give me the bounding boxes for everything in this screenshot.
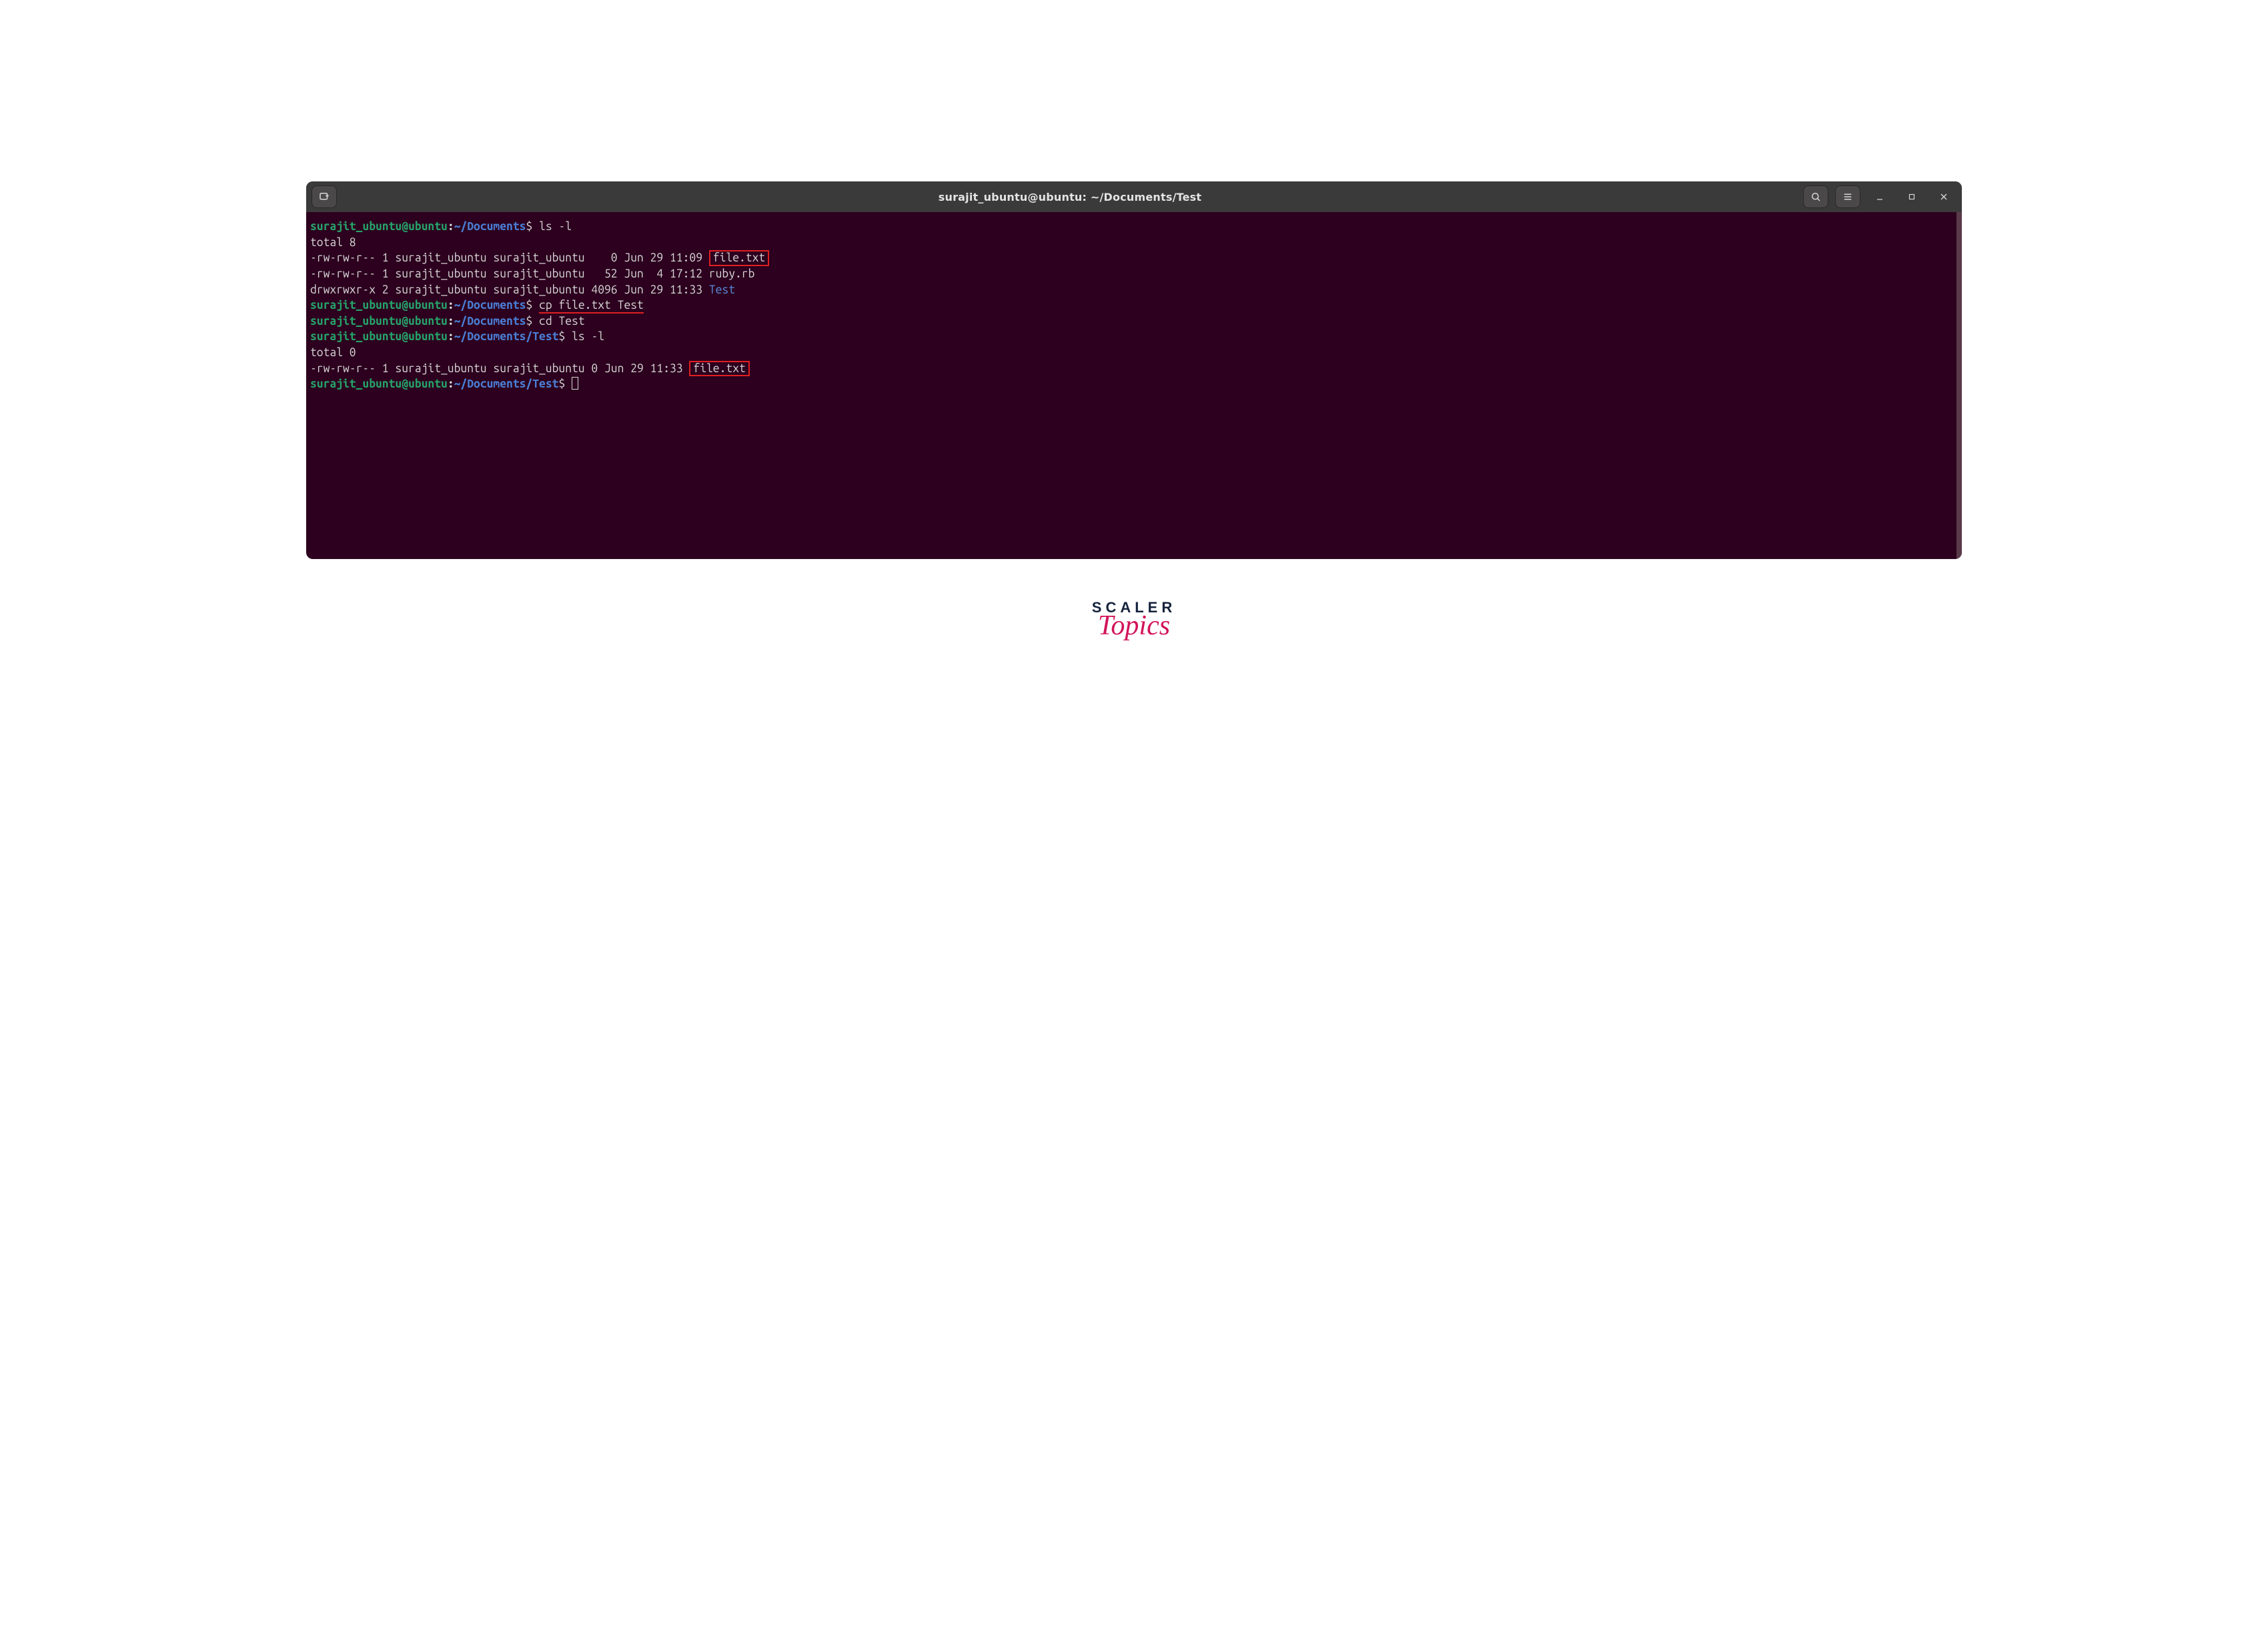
terminal-body[interactable]: surajit_ubuntu@ubuntu:~/Documents$ ls -l… xyxy=(306,212,1962,559)
terminal-line: total 8 xyxy=(310,235,1952,251)
titlebar: surajit_ubuntu@ubuntu: ~/Documents/Test xyxy=(306,181,1962,212)
prompt-colon: : xyxy=(448,220,454,233)
cursor-icon xyxy=(572,377,578,390)
prompt-dollar: $ xyxy=(526,220,532,233)
window-title: surajit_ubuntu@ubuntu: ~/Documents/Test xyxy=(344,191,1796,203)
highlighted-command: cp file.txt Test xyxy=(539,299,644,314)
prompt-dollar: $ xyxy=(526,315,532,328)
terminal-line: -rw-rw-r-- 1 surajit_ubuntu surajit_ubun… xyxy=(310,361,1952,377)
terminal-line: -rw-rw-r-- 1 surajit_ubuntu surajit_ubun… xyxy=(310,250,1952,266)
prompt-cwd: ~/Documents xyxy=(454,220,526,233)
prompt-user: surajit_ubuntu@ubuntu xyxy=(310,220,448,233)
prompt-cwd: ~/Documents xyxy=(454,315,526,328)
command-text: ls -l xyxy=(532,220,572,233)
prompt-colon: : xyxy=(448,330,454,343)
branding-logo: SCALER Topics xyxy=(1092,599,1176,642)
output-text: -rw-rw-r-- 1 surajit_ubuntu surajit_ubun… xyxy=(310,362,689,375)
prompt-cwd: ~/Documents/Test xyxy=(454,378,559,390)
prompt-cwd: ~/Documents xyxy=(454,299,526,312)
output-text: total 0 xyxy=(310,346,356,359)
prompt-user: surajit_ubuntu@ubuntu xyxy=(310,299,448,312)
prompt-colon: : xyxy=(448,378,454,390)
hamburger-menu-button[interactable] xyxy=(1835,185,1860,208)
highlighted-filename: file.txt xyxy=(689,361,749,376)
prompt-user: surajit_ubuntu@ubuntu xyxy=(310,378,448,390)
terminal-line: surajit_ubuntu@ubuntu:~/Documents/Test$ … xyxy=(310,329,1952,345)
terminal-line: total 0 xyxy=(310,345,1952,361)
prompt-colon: : xyxy=(448,315,454,328)
output-text: -rw-rw-r-- 1 surajit_ubuntu surajit_ubun… xyxy=(310,251,709,264)
new-tab-button[interactable] xyxy=(312,185,337,208)
terminal-line: surajit_ubuntu@ubuntu:~/Documents/Test$ xyxy=(310,376,1952,392)
terminal-line: surajit_ubuntu@ubuntu:~/Documents$ cd Te… xyxy=(310,314,1952,330)
close-button[interactable] xyxy=(1931,185,1956,208)
command-text xyxy=(565,378,572,390)
prompt-dollar: $ xyxy=(558,330,565,343)
terminal-window: surajit_ubuntu@ubuntu: ~/Documents/Test xyxy=(306,181,1962,559)
prompt-cwd: ~/Documents/Test xyxy=(454,330,559,343)
output-text: -rw-rw-r-- 1 surajit_ubuntu surajit_ubun… xyxy=(310,267,754,280)
command-text: cd Test xyxy=(532,315,584,328)
directory-name: Test xyxy=(709,284,735,296)
output-text: total 8 xyxy=(310,236,356,249)
prompt-colon: : xyxy=(448,299,454,312)
search-button[interactable] xyxy=(1803,185,1828,208)
command-text xyxy=(532,299,539,312)
terminal-line: -rw-rw-r-- 1 surajit_ubuntu surajit_ubun… xyxy=(310,266,1952,282)
prompt-user: surajit_ubuntu@ubuntu xyxy=(310,330,448,343)
terminal-line: surajit_ubuntu@ubuntu:~/Documents$ ls -l xyxy=(310,219,1952,235)
minimize-button[interactable] xyxy=(1867,185,1892,208)
terminal-line: drwxrwxr-x 2 surajit_ubuntu surajit_ubun… xyxy=(310,282,1952,298)
output-text: drwxrwxr-x 2 surajit_ubuntu surajit_ubun… xyxy=(310,284,709,296)
maximize-button[interactable] xyxy=(1899,185,1924,208)
terminal-line: surajit_ubuntu@ubuntu:~/Documents$ cp fi… xyxy=(310,298,1952,314)
prompt-dollar: $ xyxy=(558,378,565,390)
highlighted-filename: file.txt xyxy=(709,250,769,265)
brand-topics-text: Topics xyxy=(1092,610,1176,642)
command-text: ls -l xyxy=(565,330,604,343)
prompt-dollar: $ xyxy=(526,299,532,312)
prompt-user: surajit_ubuntu@ubuntu xyxy=(310,315,448,328)
